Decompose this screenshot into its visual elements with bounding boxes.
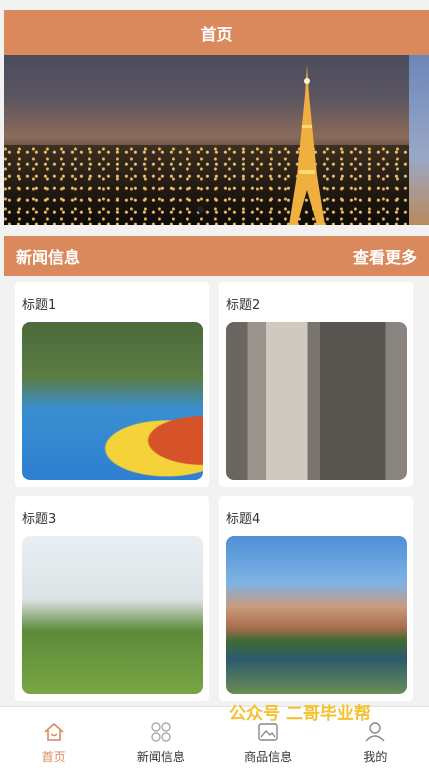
news-card-title: 标题4	[226, 512, 261, 527]
news-card-title: 标题1	[22, 298, 57, 313]
news-section-header: 新闻信息 查看更多	[4, 236, 429, 276]
tab-news[interactable]: 新闻信息	[107, 707, 214, 768]
news-section-title: 新闻信息	[16, 248, 81, 267]
news-card[interactable]: 标题3	[15, 496, 209, 701]
tab-mine-label: 我的	[363, 750, 388, 764]
news-card-title: 标题3	[22, 512, 57, 527]
news-card-title: 标题2	[226, 298, 261, 313]
news-card[interactable]: 标题2	[219, 282, 413, 487]
news-card[interactable]: 标题1	[15, 282, 209, 487]
page-header: 首页	[4, 10, 429, 55]
page-title: 首页	[200, 24, 233, 44]
watermark-text: 公众号 二哥毕业帮	[229, 704, 371, 724]
news-card-image	[226, 322, 407, 480]
news-card-image	[22, 322, 203, 480]
news-card[interactable]: 标题4	[219, 496, 413, 701]
banner-next-slide-peek	[409, 55, 429, 225]
view-more-link[interactable]: 查看更多	[353, 244, 417, 268]
banner-city-lights	[4, 145, 429, 225]
carousel-indicator-dot[interactable]	[197, 206, 204, 213]
grid-icon	[151, 722, 171, 742]
news-card-image	[22, 536, 203, 694]
tab-home[interactable]: 首页	[0, 707, 107, 768]
tab-products-label: 商品信息	[244, 750, 293, 764]
picture-icon	[258, 723, 278, 741]
tab-home-label: 首页	[41, 750, 66, 764]
tab-news-label: 新闻信息	[136, 750, 185, 764]
banner-carousel[interactable]	[4, 55, 429, 225]
news-card-image	[226, 536, 407, 694]
home-icon	[44, 722, 64, 741]
user-icon	[365, 722, 385, 742]
eiffel-tower-image	[289, 65, 325, 225]
